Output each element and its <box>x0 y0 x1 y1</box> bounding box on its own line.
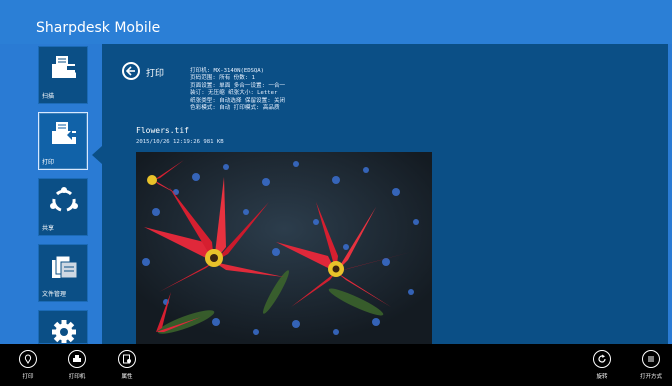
print-button[interactable]: 打印 <box>12 350 44 384</box>
sidebar-item-share[interactable]: 共享 <box>38 178 88 236</box>
print-settings-summary: 打印机: MX-3140N(EDSQA) 页码范围: 所有 份数: 1 页面设置… <box>190 68 285 112</box>
sidebar-item-label: 文件管理 <box>42 291 67 298</box>
button-label: 旋转 <box>596 374 608 380</box>
flowers-image <box>136 152 432 344</box>
sidebar-item-label: 共享 <box>42 225 55 232</box>
bottom-app-bar <box>0 344 672 386</box>
button-label: 属性 <box>121 374 133 380</box>
properties-button[interactable]: 属性 <box>111 350 143 384</box>
open-with-button[interactable]: 打开方式 <box>635 350 667 384</box>
image-preview[interactable] <box>136 152 432 344</box>
file-management-icon <box>39 249 89 283</box>
open-with-icon <box>642 350 660 368</box>
setting-line: 装订: 无压缩 纸张大小: Letter <box>190 90 278 97</box>
scan-icon <box>39 51 89 85</box>
properties-icon <box>118 350 136 368</box>
button-label: 打印机 <box>68 374 86 380</box>
print-icon <box>39 117 89 151</box>
arrow-left-icon <box>126 66 135 76</box>
setting-line: 纸张类型: 自动选择 保留设置: 关闭 <box>190 97 286 104</box>
file-name: Flowers.tif <box>136 126 189 135</box>
share-icon <box>39 183 89 217</box>
printer-button[interactable]: 打印机 <box>61 350 93 384</box>
printer-icon <box>68 350 86 368</box>
sidebar-item-file-management[interactable]: 文件管理 <box>38 244 88 302</box>
button-label: 打开方式 <box>639 374 662 380</box>
button-label: 打印 <box>22 374 34 380</box>
app-title: Sharpdesk Mobile <box>36 20 161 36</box>
sidebar-item-scan[interactable]: 扫描 <box>38 46 88 104</box>
sidebar-item-label: 打印 <box>42 159 55 166</box>
file-info: 2015/10/26 12:19:26 981 KB <box>136 139 224 145</box>
setting-line: 色彩模式: 自动 打印模式: 高品质 <box>190 105 280 112</box>
rotate-button[interactable]: 旋转 <box>586 350 618 384</box>
sidebar-item-settings[interactable] <box>38 310 88 344</box>
sidebar-item-print[interactable]: 打印 <box>38 112 88 170</box>
settings-icon <box>39 315 87 343</box>
active-pointer <box>92 146 102 164</box>
rotate-icon <box>593 350 611 368</box>
sidebar-item-label: 扫描 <box>42 93 55 100</box>
back-button[interactable] <box>122 62 140 80</box>
page-title: 打印 <box>146 69 165 79</box>
app-header: Sharpdesk Mobile <box>0 0 672 44</box>
print-icon <box>19 350 37 368</box>
setting-line: 页码范围: 所有 份数: 1 <box>190 75 255 82</box>
